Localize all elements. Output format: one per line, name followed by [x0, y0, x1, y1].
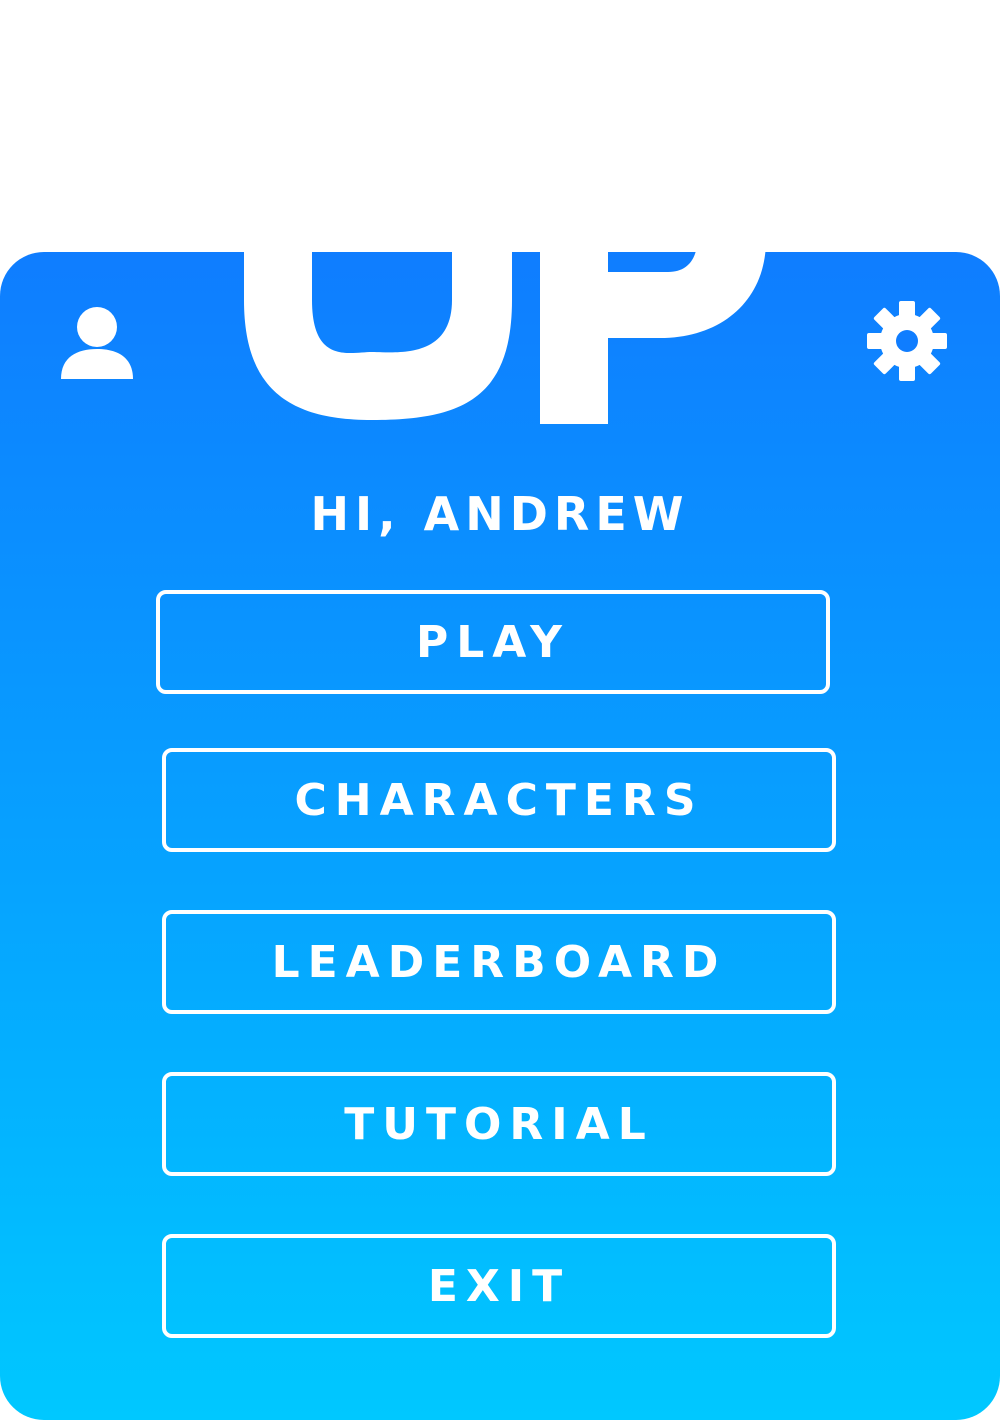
settings-button[interactable]	[862, 296, 952, 386]
gear-icon	[867, 301, 947, 381]
user-icon	[61, 307, 133, 379]
characters-button[interactable]: CHARACTERS	[162, 748, 836, 852]
play-button[interactable]: PLAY	[156, 590, 830, 694]
profile-button[interactable]	[52, 296, 142, 386]
greeting-text: HI, ANDREW	[310, 487, 690, 541]
tutorial-button[interactable]: TUTORIAL	[162, 1072, 836, 1176]
logo-arrow	[448, 160, 596, 198]
leaderboard-button[interactable]: LEADERBOARD	[162, 910, 836, 1014]
main-menu-screen: HI, ANDREW PLAY CHARACTERS LEADERBOARD T…	[0, 0, 1000, 1420]
exit-button[interactable]: EXIT	[162, 1234, 836, 1338]
